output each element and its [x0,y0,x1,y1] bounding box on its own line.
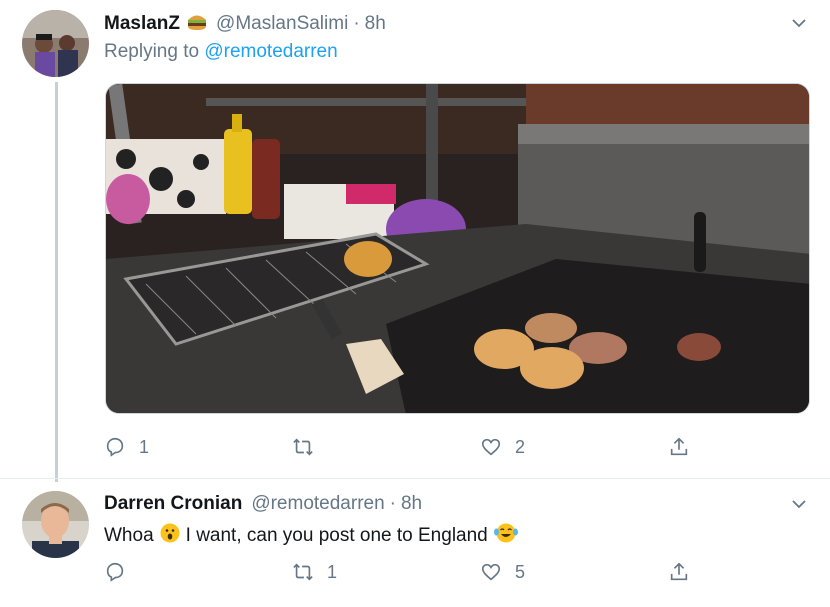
tweet-header: Darren Cronian @remotedarren · 8h [104,493,422,515]
heart-icon [481,563,501,581]
avatar-maslanz[interactable] [22,10,89,77]
tweet-text-body: I want, can you post one to England [185,525,488,546]
reply-button[interactable]: 1 [104,436,149,458]
display-name[interactable]: MaslanZ [104,13,180,35]
share-button[interactable] [668,436,690,458]
retweet-button[interactable]: 1 [292,561,337,583]
tweet-darren[interactable]: Darren Cronian @remotedarren · 8h Whoa I… [0,478,830,607]
timestamp[interactable]: 8h [365,13,386,35]
tweet-text-start: Whoa [104,525,154,546]
replying-prefix: Replying to [104,41,200,62]
crying-laughing-emoji [493,523,518,549]
user-handle[interactable]: @remotedarren [251,493,384,515]
timestamp[interactable]: 8h [401,493,422,515]
heart-icon [481,438,501,456]
tweet-actions: 1 2 [104,436,704,460]
chevron-down-icon[interactable] [790,14,808,32]
tweet-photo[interactable] [105,83,810,414]
hamburger-emoji [186,11,208,37]
reply-button[interactable] [104,561,139,583]
tweet-maslanz[interactable]: MaslanZ @MaslanSalimi · 8h Replying to @… [0,0,830,482]
like-count: 2 [515,436,526,457]
chevron-down-icon[interactable] [790,495,808,513]
retweet-count: 1 [327,561,338,582]
like-button[interactable]: 2 [480,436,525,458]
thread-line [55,82,58,482]
reply-icon [106,562,124,582]
separator-dot: · [389,493,396,514]
share-icon [670,437,688,456]
tweet-text: Whoa I want, can you post one to England [104,523,524,549]
share-button[interactable] [668,561,690,583]
tweet-header: MaslanZ @MaslanSalimi · 8h [104,11,386,37]
tweet-actions: 1 5 [104,561,704,585]
retweet-button[interactable] [292,436,327,458]
replying-to-link[interactable]: @remotedarren [204,41,337,62]
separator-dot: · [353,13,360,34]
like-button[interactable]: 5 [480,561,525,583]
retweet-icon [293,563,313,581]
reply-count: 1 [139,436,150,457]
hushed-face-emoji [160,523,180,549]
display-name[interactable]: Darren Cronian [104,493,242,515]
retweet-icon [293,438,313,456]
replying-to: Replying to @remotedarren [104,41,338,63]
share-icon [670,562,688,581]
like-count: 5 [515,561,526,582]
user-handle[interactable]: @MaslanSalimi [216,13,348,35]
reply-icon [106,437,124,457]
avatar-darren[interactable] [22,491,89,558]
